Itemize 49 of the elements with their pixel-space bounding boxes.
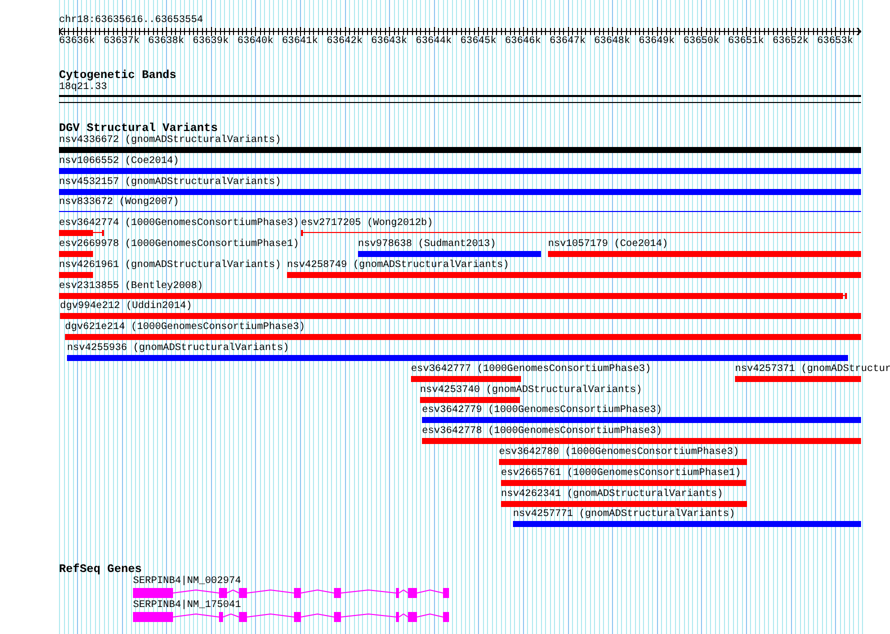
gene-label[interactable]: SERPINB4|NM_175041 [133,600,242,612]
gene-label[interactable]: SERPINB4|NM_002974 [133,576,242,588]
track-title: DGV Structural Variants [59,123,218,135]
variant-label[interactable]: dgv994e212 (Uddin2014) [60,301,861,312]
band-label: 18q21.33 [59,82,108,93]
variant-label[interactable]: nsv4336672 (gnomADStructuralVariants) [59,135,861,146]
variant-label[interactable]: nsv4532157 (gnomADStructuralVariants) [59,176,861,188]
tick-label: 63641k [282,36,318,48]
tick-label: 63637k [104,36,140,48]
tick-label: 63652k [772,36,809,48]
variant-label[interactable]: esv3642778 (1000GenomesConsortiumPhase3) [422,426,861,438]
tick-label: 63644k [416,36,452,48]
variant-label[interactable]: esv2665761 (1000GenomesConsortiumPhase1) [501,468,746,479]
tick-label: 63647k [550,36,586,48]
variant-label[interactable]: nsv4257771 (gnomADStructuralVariants) [513,509,861,520]
tick-label: 63645k [460,36,496,48]
variant-label[interactable]: nsv4262341 (gnomADStructuralVariants) [501,488,747,500]
variant-label[interactable]: nsv4258749 (gnomADStructuralVariants) [287,260,861,271]
variant-label[interactable]: esv3642777 (1000GenomesConsortiumPhase3) [411,364,652,375]
variant-label[interactable]: nsv833672 (Wong2007) [59,197,861,208]
tick-label: 63639k [192,36,229,48]
variant-label[interactable]: esv3642780 (1000GenomesConsortiumPhase3) [499,446,747,458]
variant-label[interactable]: dgv621e214 (1000GenomesConsortiumPhase3) [65,322,861,334]
variant-label[interactable]: esv2669978 (1000GenomesConsortiumPhase1) [59,238,300,250]
variant-label[interactable]: esv2717205 (Wong2012b) [301,218,861,230]
tick-label: 63642k [326,36,363,48]
tick-label: 63653k [817,36,854,48]
variant-label[interactable]: nsv4261961 (gnomADStructuralVariants) [59,260,282,271]
variant-label[interactable]: esv2313855 (Bentley2008) [59,280,847,292]
variant-label[interactable]: nsv4257371 (gnomADStructur [735,364,890,375]
variant-label[interactable]: nsv1057179 (Coe2014) [548,238,861,250]
tick-label: 63646k [505,36,541,48]
track-title: Cytogenetic Bands [59,70,176,82]
variant-label[interactable]: nsv4253740 (gnomADStructuralVariants) [420,384,642,396]
tick-label: 63650k [683,36,720,48]
track-title: RefSeq Genes [59,564,142,576]
tick-label: 63638k [148,36,184,48]
locus-label: chr18:63635616..63653554 [59,15,204,27]
tick-label: 63643k [371,36,408,48]
variant-label[interactable]: nsv1066552 (Coe2014) [59,156,861,167]
tick-label: 63640k [237,36,274,48]
tick-label: 63636k [59,36,95,48]
variant-label[interactable]: nsv978638 (Sudmant2013) [358,238,541,250]
variant-label[interactable]: esv3642774 (1000GenomesConsortiumPhase3) [59,218,300,230]
tick-label: 63648k [594,36,630,48]
variant-label[interactable]: esv3642779 (1000GenomesConsortiumPhase3) [422,405,861,416]
tick-label: 63651k [728,36,764,48]
tick-label: 63649k [638,36,675,48]
variant-label[interactable]: nsv4255936 (gnomADStructuralVariants) [67,342,848,354]
